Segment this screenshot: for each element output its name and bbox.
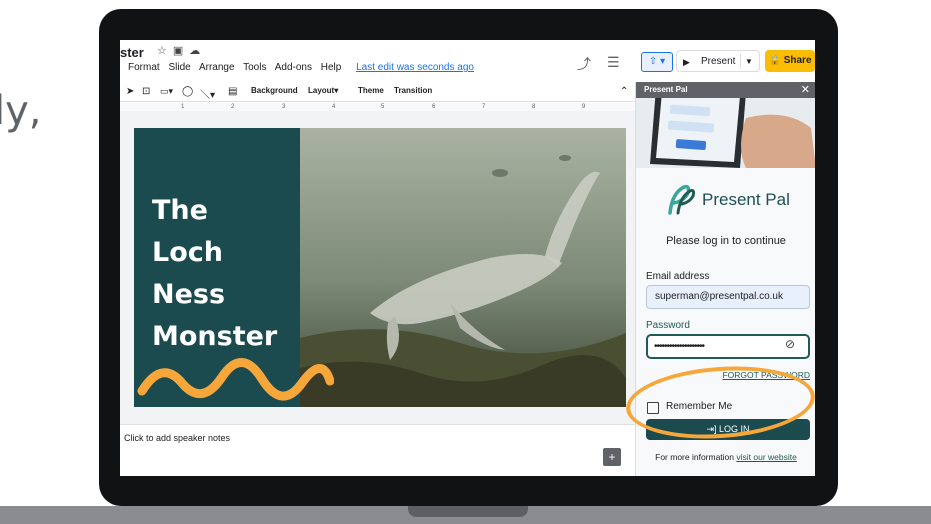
share-label: Share [783,55,812,66]
background-button[interactable]: Background [251,86,298,95]
menu-help[interactable]: Help [321,62,342,73]
ruler-number: 7 [482,104,486,110]
wave-squiggle-shape [137,358,334,401]
menu-slide[interactable]: Slide [168,62,190,73]
phone-in-hand-image [636,98,815,168]
docs-header: ster ☆▣☁ Format Slide Arrange Tools Add-… [120,40,635,78]
folder-icon[interactable]: ▣ [173,45,189,57]
password-label: Password [646,320,690,331]
ruler: 1 2 3 4 5 6 7 8 9 [120,103,635,111]
slide-title-line: Monster [152,321,278,352]
present-label: Present [701,56,736,67]
image-icon[interactable]: ▭▾ [160,86,173,97]
layout-button[interactable]: Layout▾ [308,86,338,95]
comment-icon[interactable]: ▤ [228,86,237,97]
shape-icon[interactable]: ◯ [182,86,193,97]
slide-title-line: Ness [152,279,226,310]
website-link[interactable]: visit our website [736,452,796,462]
sidebar-header: Present Pal ✕ [636,82,815,98]
collapse-icon[interactable]: ⌃ [620,86,628,97]
sidebar-title: Present Pal [644,85,688,94]
ruler-number: 4 [332,104,336,110]
ruler-number: 5 [381,104,385,110]
underwater-photo [300,128,626,407]
menu-tools[interactable]: Tools [243,62,266,73]
activity-icon[interactable]: ⤴ [577,54,591,74]
slide-title[interactable]: The Loch Ness Monster [152,190,302,358]
last-edit-link[interactable]: Last edit was seconds ago [356,62,474,73]
slide[interactable]: The Loch Ness Monster [134,128,626,407]
brand-name: Present Pal [702,190,790,209]
transition-button[interactable]: Transition [394,86,432,95]
menu-bar: Format Slide Arrange Tools Add-ons Help … [128,62,480,73]
add-note-icon[interactable]: + [603,448,621,466]
title-icons: ☆▣☁ [157,44,206,57]
star-icon[interactable]: ☆ [157,45,173,57]
present-icon: ▶ [683,57,690,67]
chevron-down-icon[interactable]: ▼ [745,51,753,73]
email-field[interactable]: superman@presentpal.co.uk [646,285,810,309]
close-icon[interactable]: ✕ [801,82,810,98]
line-icon[interactable]: ＼▾ [200,86,215,101]
upload-icon: ⇧ ▾ [648,56,666,67]
login-prompt: Please log in to continue [666,235,786,247]
theme-button[interactable]: Theme [358,86,384,95]
present-to-meeting-button[interactable]: ⇧ ▾ [641,52,673,72]
ruler-number: 8 [532,104,536,110]
more-info-text: For more information [655,452,735,462]
background-text: ly, [0,88,42,134]
more-info: For more information visit our website [636,452,815,462]
menu-addons[interactable]: Add-ons [275,62,312,73]
menu-arrange[interactable]: Arrange [199,62,235,73]
slide-title-line: Loch [152,237,223,268]
textbox-icon[interactable]: ⊡ [142,86,150,97]
lock-icon: 🔒 [768,55,781,66]
present-pal-logo-icon [668,184,696,215]
slide-title-line: The [152,195,208,226]
share-button[interactable]: 🔒 Share [765,50,815,72]
ruler-number: 1 [181,104,185,110]
eye-off-icon[interactable]: ⊘ [785,337,795,351]
ruler-number: 2 [231,104,235,110]
speaker-notes-placeholder: Click to add speaker notes [124,433,231,443]
present-pal-logo: Present Pal [666,183,806,215]
present-button[interactable]: ▶ Present ▼ [676,50,760,72]
ruler-number: 6 [432,104,436,110]
cursor-icon[interactable]: ➤ [126,86,134,97]
document-title[interactable]: ster [120,45,144,60]
laptop-notch [408,506,528,517]
speaker-notes[interactable]: Click to add speaker notes + [120,424,635,476]
menu-format[interactable]: Format [128,62,160,73]
ruler-number: 9 [582,104,586,110]
ruler-number: 3 [282,104,286,110]
email-label: Email address [646,271,710,282]
toolbar: ➤ ⊡ ▭▾ ◯ ＼▾ ▤ Background Layout▾ Theme T… [120,83,635,102]
comments-icon[interactable]: ☰ [607,54,620,71]
cloud-icon[interactable]: ☁ [189,45,206,57]
